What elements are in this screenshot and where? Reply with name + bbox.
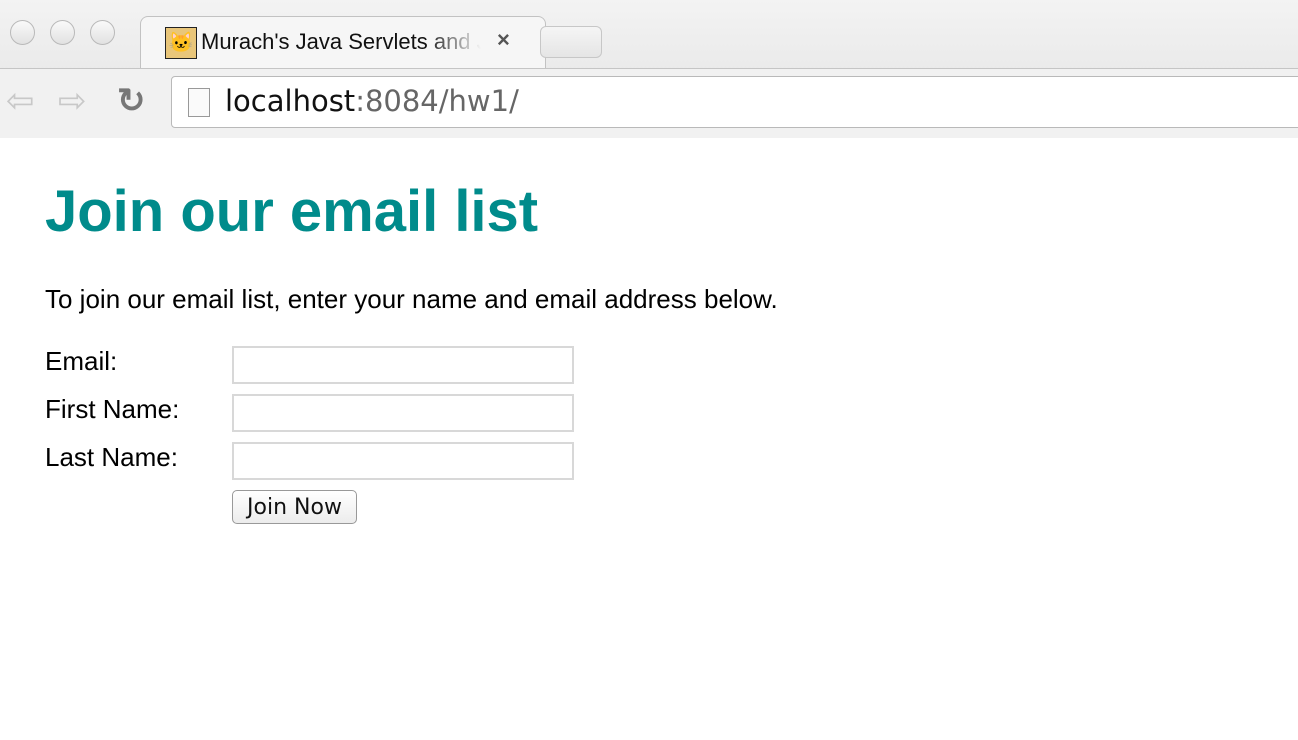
zoom-window-button[interactable] — [90, 20, 115, 45]
back-icon[interactable]: ⇦ — [6, 81, 35, 121]
intro-text: To join our email list, enter your name … — [45, 284, 778, 314]
last-name-label: Last Name: — [45, 442, 178, 472]
tab-title: Murach's Java Servlets and JSP — [201, 29, 481, 54]
browser-chrome: 🐱 Murach's Java Servlets and JSP × ⇦ ⇨ ↻… — [0, 0, 1298, 138]
page-icon — [188, 88, 210, 117]
forward-icon[interactable]: ⇨ — [58, 81, 87, 121]
address-bar[interactable]: localhost:8084/hw1/ — [171, 76, 1298, 128]
tomcat-icon: 🐱 — [165, 27, 197, 59]
first-name-label: First Name: — [45, 394, 180, 424]
last-name-input[interactable] — [232, 442, 574, 480]
minimize-window-button[interactable] — [50, 20, 75, 45]
url-host: localhost — [225, 84, 356, 118]
first-name-input[interactable] — [232, 394, 574, 432]
join-now-button[interactable]: Join Now — [232, 490, 357, 524]
browser-tab[interactable]: 🐱 Murach's Java Servlets and JSP × — [140, 16, 546, 68]
toolbar: ⇦ ⇨ ↻ localhost:8084/hw1/ — [0, 68, 1298, 138]
email-input[interactable] — [232, 346, 574, 384]
url-text[interactable]: localhost:8084/hw1/ — [225, 84, 519, 118]
page-title: Join our email list — [45, 179, 539, 244]
close-tab-icon[interactable]: × — [497, 27, 510, 53]
new-tab-button[interactable] — [540, 26, 602, 58]
reload-icon[interactable]: ↻ — [117, 81, 146, 121]
url-path: :8084/hw1/ — [355, 84, 519, 118]
close-window-button[interactable] — [10, 20, 35, 45]
email-label: Email: — [45, 346, 118, 376]
